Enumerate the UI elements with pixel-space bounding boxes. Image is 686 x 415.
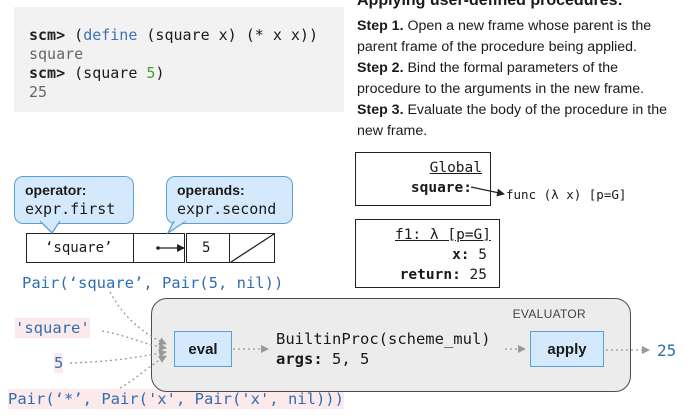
nil-slash — [230, 233, 275, 263]
operand-to-eval — [69, 349, 167, 364]
connector-layer — [39, 186, 650, 389]
operator-bubble-tail — [39, 220, 61, 235]
operands-bubble-tail — [166, 220, 187, 235]
operator-to-eval — [101, 330, 167, 351]
body-to-eval — [119, 355, 167, 389]
global-binding-arrow — [470, 186, 505, 197]
pair-expr-to-eval — [109, 291, 167, 345]
